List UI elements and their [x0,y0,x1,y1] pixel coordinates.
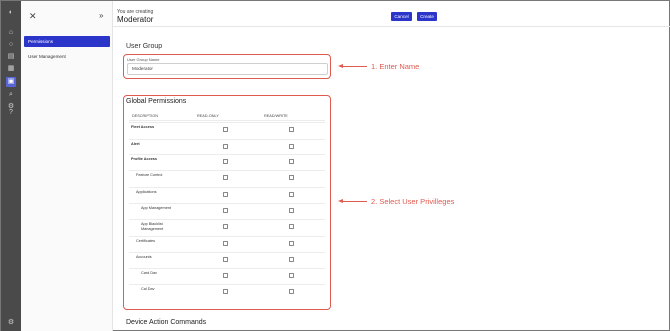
read-write-checkbox[interactable] [289,192,294,197]
column-header-read-only: READ-ONLY [197,114,219,118]
permission-label: Applications [136,190,157,194]
read-only-checkbox[interactable] [223,144,228,149]
read-write-checkbox[interactable] [289,208,294,213]
permission-label: Fleet Access [131,125,155,129]
read-write-checkbox[interactable] [289,159,294,164]
arrow-line-1 [342,66,367,67]
sidebar-item-user-management[interactable]: User Management [24,51,110,62]
read-write-checkbox[interactable] [289,127,294,132]
sidebar-item-label: Permissions [28,39,54,44]
user-group-name-input[interactable]: Moderator [127,63,328,75]
table-header-divider [129,120,325,121]
permission-label: Cal Dav [141,287,155,291]
close-icon[interactable]: ✕ [29,11,37,22]
arrow-line-2 [342,201,367,202]
permission-label: Certificates [136,239,155,243]
read-write-checkbox[interactable] [289,257,294,262]
read-only-checkbox[interactable] [223,192,228,197]
profiles-icon[interactable]: ▦ [7,65,15,73]
column-header-description: DESCRIPTION [132,114,158,118]
gear-icon[interactable]: ⚙ [7,319,15,327]
read-write-checkbox[interactable] [289,241,294,246]
read-only-checkbox[interactable] [223,159,228,164]
page-title: Moderator [117,15,154,24]
permission-label: Card Dav [141,271,158,275]
left-nav-rail: ◐ ⌂ ○ ▤ ▦ ▣ ⌕ ⚙ ? ⚙ [1,1,21,331]
read-only-checkbox[interactable] [223,224,228,229]
permission-label: Accounts [136,255,152,259]
home-icon[interactable]: ⌂ [7,29,15,37]
read-write-checkbox[interactable] [289,144,294,149]
devices-icon[interactable]: ▤ [7,53,15,61]
annotation-step-2: 2. Select User Privilleges [371,197,455,206]
sidebar-item-label: User Management [28,54,66,59]
read-only-checkbox[interactable] [223,257,228,262]
read-only-checkbox[interactable] [223,127,228,132]
sidebar-item-permissions[interactable]: Permissions [24,36,110,47]
read-write-checkbox[interactable] [289,289,294,294]
users-icon[interactable]: ▣ [6,77,16,87]
read-write-checkbox[interactable] [289,224,294,229]
help-icon[interactable]: ? [7,109,15,117]
read-only-checkbox[interactable] [223,289,228,294]
read-only-checkbox[interactable] [223,273,228,278]
global-permissions-title: Global Permissions [126,98,187,105]
read-only-checkbox[interactable] [223,175,228,180]
search-icon[interactable]: ⌕ [7,91,15,99]
read-only-checkbox[interactable] [223,208,228,213]
read-write-checkbox[interactable] [289,273,294,278]
header-divider [113,26,670,27]
permission-label: App Management [141,206,171,210]
sidebar: ✕ » Permissions User Management [21,1,113,331]
app-window: ◐ ⌂ ○ ▤ ▦ ▣ ⌕ ⚙ ? ⚙ ✕ » Permissions User… [0,0,670,331]
user-group-title: User Group [126,43,163,50]
cancel-button[interactable]: Cancel [391,12,412,21]
column-header-read-write: READ/WRITE [264,114,288,118]
read-write-checkbox[interactable] [289,175,294,180]
info-icon[interactable]: ○ [7,41,15,49]
read-only-checkbox[interactable] [223,241,228,246]
collapse-icon[interactable]: » [99,11,103,20]
user-group-name-label: User Group Name [127,57,160,62]
device-action-commands-title: Device Action Commands [126,319,207,326]
annotation-step-1: 1. Enter Name [371,62,420,71]
permission-label: Feature Control [136,173,163,177]
logo-icon: ◐ [8,9,14,16]
permission-label: Alert [131,142,140,146]
permission-label: Profile Access [131,157,158,161]
create-button[interactable]: Create [417,12,437,21]
permission-label: App Blacklist Management [141,222,164,231]
